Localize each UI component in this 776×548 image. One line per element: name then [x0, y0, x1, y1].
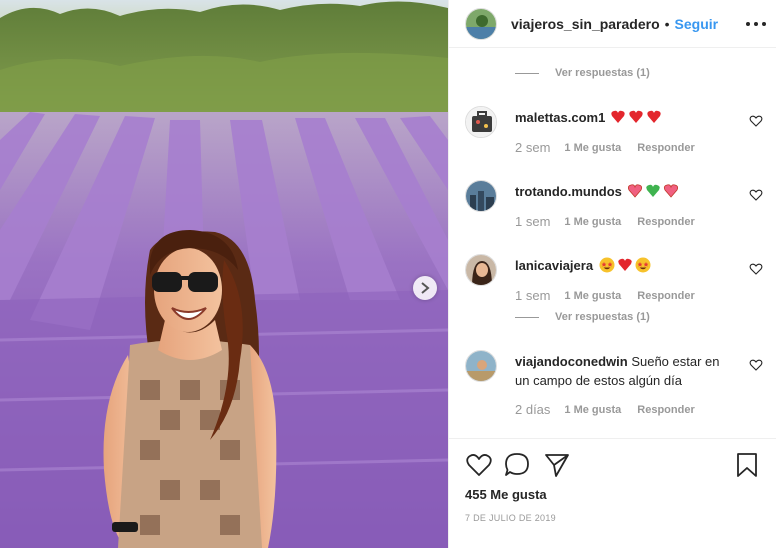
follow-button[interactable]: Seguir	[675, 16, 719, 32]
more-options-icon[interactable]	[746, 16, 766, 32]
next-photo-button[interactable]	[413, 276, 437, 300]
suitcase-avatar-image	[466, 107, 496, 137]
comment-likes[interactable]: 1 Me gusta	[564, 216, 621, 228]
comment-body: malettas.com1	[515, 108, 725, 127]
replies-line	[515, 316, 539, 318]
post-actions-section: 455 Me gusta 7 DE JULIO DE 2019	[449, 438, 776, 548]
comment-username[interactable]: lanicaviajera	[515, 258, 593, 273]
save-bookmark-icon[interactable]	[733, 451, 761, 479]
post-photo[interactable]	[0, 0, 448, 548]
heart-emoji-icon	[611, 110, 661, 123]
author-username[interactable]: viajeros_sin_paradero	[511, 16, 660, 32]
lavender-field-photo	[0, 0, 448, 548]
woman-avatar-image	[466, 255, 496, 285]
likes-count[interactable]: 455 Me gusta	[465, 487, 547, 502]
commenter-avatar[interactable]	[465, 350, 497, 382]
comments-list: Ver respuestas (1) malettas.com1 2 sem 1…	[449, 60, 776, 438]
comment-body: trotando.mundos	[515, 182, 725, 201]
commenter-avatar[interactable]	[465, 254, 497, 286]
city-avatar-image	[466, 181, 496, 211]
traveler-avatar-image	[466, 351, 496, 381]
comment-like-heart-icon[interactable]	[749, 188, 763, 202]
comment-likes[interactable]: 1 Me gusta	[564, 142, 621, 154]
comment-meta: 1 sem 1 Me gusta Responder	[515, 214, 711, 229]
post-side-panel: viajeros_sin_paradero • Seguir Ver respu…	[448, 0, 776, 548]
reply-button[interactable]: Responder	[637, 404, 694, 416]
comment-username[interactable]: trotando.mundos	[515, 184, 622, 199]
replies-line	[515, 72, 539, 74]
comment-like-heart-icon[interactable]	[749, 114, 763, 128]
comment-time[interactable]: 2 días	[515, 402, 550, 417]
star-struck-emoji-icon	[599, 257, 651, 273]
reply-button[interactable]: Responder	[637, 142, 694, 154]
commenter-avatar[interactable]	[465, 106, 497, 138]
commenter-avatar[interactable]	[465, 180, 497, 212]
comment-meta: 1 sem 1 Me gusta Responder	[515, 288, 711, 303]
comment-time[interactable]: 1 sem	[515, 288, 550, 303]
comment-time[interactable]: 1 sem	[515, 214, 550, 229]
reply-button[interactable]: Responder	[637, 290, 694, 302]
heart-emoji-icon	[627, 184, 678, 198]
view-replies-label: Ver respuestas (1)	[555, 67, 650, 79]
comment-meta: 2 sem 1 Me gusta Responder	[515, 140, 711, 155]
instagram-post: viajeros_sin_paradero • Seguir Ver respu…	[0, 0, 776, 548]
comment-body: lanicaviajera	[515, 256, 725, 275]
comment-like-heart-icon[interactable]	[749, 262, 763, 276]
comment-like-heart-icon[interactable]	[749, 358, 763, 372]
comment-likes[interactable]: 1 Me gusta	[564, 290, 621, 302]
separator-dot: •	[664, 15, 670, 32]
comment-emoji	[626, 184, 678, 199]
share-send-icon[interactable]	[543, 451, 571, 479]
like-heart-icon[interactable]	[465, 451, 493, 479]
view-replies-button[interactable]: Ver respuestas (1)	[515, 67, 650, 79]
reply-button[interactable]: Responder	[637, 216, 694, 228]
comment-username[interactable]: viajandoconedwin	[515, 354, 628, 369]
comment-username[interactable]: malettas.com1	[515, 110, 605, 125]
comment-meta: 2 días 1 Me gusta Responder	[515, 402, 711, 417]
view-replies-label: Ver respuestas (1)	[555, 311, 650, 323]
chevron-right-icon	[421, 282, 430, 294]
comment-likes[interactable]: 1 Me gusta	[564, 404, 621, 416]
post-header: viajeros_sin_paradero • Seguir	[449, 0, 776, 48]
action-bar	[465, 451, 761, 479]
comment-body: viajandoconedwin Sueño estar en un campo…	[515, 352, 725, 390]
avatar-image	[466, 8, 496, 39]
comment-bubble-icon[interactable]	[503, 451, 531, 479]
comment-time[interactable]: 2 sem	[515, 140, 550, 155]
post-date[interactable]: 7 DE JULIO DE 2019	[465, 513, 556, 523]
comment-emoji	[597, 257, 651, 273]
author-avatar[interactable]	[465, 7, 497, 40]
view-replies-button[interactable]: Ver respuestas (1)	[515, 311, 650, 323]
comment-emoji	[609, 110, 661, 125]
